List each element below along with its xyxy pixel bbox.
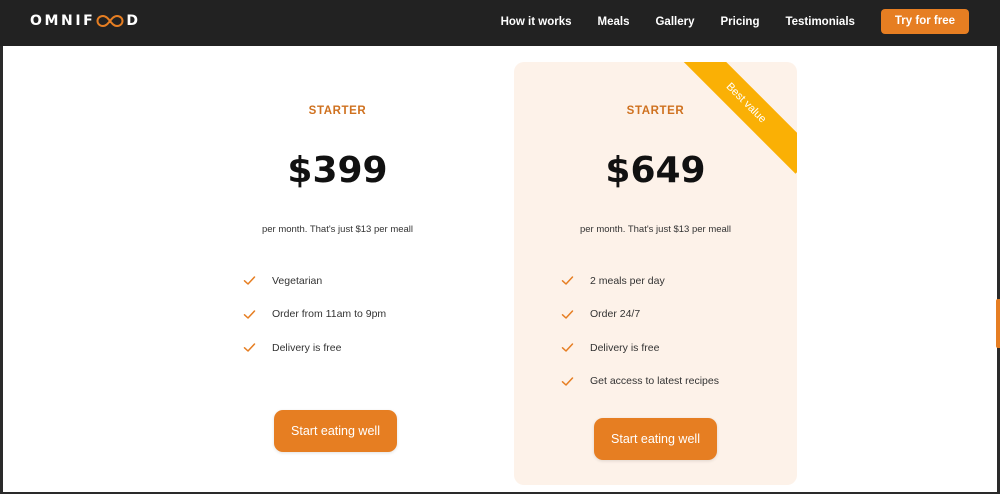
feature-label: Get access to latest recipes bbox=[590, 375, 719, 388]
infinity-icon bbox=[96, 14, 124, 28]
price-note: per month. That's just $13 per meall bbox=[261, 224, 414, 235]
feature-item: Get access to latest recipes bbox=[561, 365, 719, 399]
checkmark-icon bbox=[561, 343, 574, 352]
nav-link-pricing[interactable]: Pricing bbox=[720, 16, 759, 28]
nav-link-meals[interactable]: Meals bbox=[598, 16, 630, 28]
feature-label: Order from 11am to 9pm bbox=[272, 308, 387, 321]
feature-label: Delivery is free bbox=[590, 341, 660, 354]
price-note: per month. That's just $13 per meall bbox=[579, 224, 732, 235]
checkmark-icon bbox=[243, 276, 256, 285]
checkmark-icon bbox=[243, 310, 256, 319]
feature-item: Delivery is free bbox=[243, 331, 386, 365]
pricing-card-starter: STARTER $399 per month. That's just $13 … bbox=[196, 62, 479, 485]
feature-label: Order 24/7 bbox=[590, 308, 641, 321]
plan-name: STARTER bbox=[626, 105, 685, 117]
pricing-section: STARTER $399 per month. That's just $13 … bbox=[3, 46, 997, 492]
feature-label: Delivery is free bbox=[272, 341, 342, 354]
feature-list: 2 meals per day Order 24/7 Delivery is f… bbox=[561, 264, 719, 398]
logo-prefix: OMNIF bbox=[30, 13, 96, 29]
checkmark-icon bbox=[243, 343, 256, 352]
feature-item: Delivery is free bbox=[561, 331, 719, 365]
logo[interactable]: OMNIF D bbox=[30, 12, 141, 30]
logo-suffix: D bbox=[126, 13, 141, 29]
nav-link-gallery[interactable]: Gallery bbox=[655, 16, 694, 28]
plan-price: $399 bbox=[287, 150, 388, 191]
checkmark-icon bbox=[561, 310, 574, 319]
checkmark-icon bbox=[561, 377, 574, 386]
start-eating-well-button[interactable]: Start eating well bbox=[274, 410, 397, 452]
plan-name: STARTER bbox=[308, 105, 367, 117]
nav-links: How it works Meals Gallery Pricing Testi… bbox=[475, 9, 969, 34]
feature-list: Vegetarian Order from 11am to 9pm Delive… bbox=[243, 264, 386, 365]
checkmark-icon bbox=[561, 276, 574, 285]
feature-item: Order 24/7 bbox=[561, 298, 719, 332]
feature-item: Order from 11am to 9pm bbox=[243, 298, 386, 332]
feature-label: 2 meals per day bbox=[590, 274, 665, 287]
scroll-to-top-tab[interactable] bbox=[996, 299, 1000, 348]
navbar: OMNIF D How it works Meals Gallery Prici… bbox=[0, 0, 1000, 46]
nav-link-how-it-works[interactable]: How it works bbox=[501, 16, 572, 28]
feature-label: Vegetarian bbox=[272, 274, 323, 287]
feature-item: 2 meals per day bbox=[561, 264, 719, 298]
feature-item: Vegetarian bbox=[243, 264, 386, 298]
try-for-free-button[interactable]: Try for free bbox=[880, 9, 969, 34]
start-eating-well-button[interactable]: Start eating well bbox=[594, 418, 717, 460]
pricing-card-best-value: Best value STARTER $649 per month. That'… bbox=[514, 62, 797, 485]
plan-price: $649 bbox=[605, 150, 706, 191]
nav-link-testimonials[interactable]: Testimonials bbox=[785, 16, 854, 28]
